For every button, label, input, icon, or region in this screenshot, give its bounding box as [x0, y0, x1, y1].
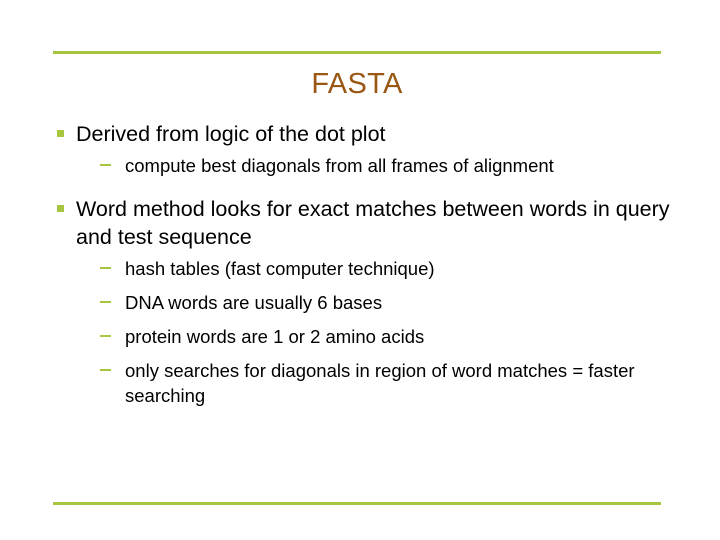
bullet-list-level2-group2: hash tables (fast computer technique) DN…	[76, 256, 682, 408]
sub-bullet-item-compute: compute best diagonals from all frames o…	[94, 153, 682, 178]
sub-bullet-item-protein-words: protein words are 1 or 2 amino acids	[94, 324, 682, 349]
dash-bullet-icon	[100, 335, 111, 337]
sub-bullet-item-dna-words: DNA words are usually 6 bases	[94, 290, 682, 315]
dash-bullet-icon	[100, 164, 111, 166]
bullet-item-word-method: Word method looks for exact matches betw…	[42, 195, 682, 408]
bullet-list-level2-group1: compute best diagonals from all frames o…	[76, 153, 682, 178]
sub-bullet-text-hash-tables: hash tables (fast computer technique)	[125, 258, 435, 279]
slide-body: Derived from logic of the dot plot compu…	[42, 120, 682, 408]
sub-bullet-text-only-searches: only searches for diagonals in region of…	[125, 360, 635, 406]
slide-title: FASTA	[311, 68, 403, 100]
sub-bullet-item-hash-tables: hash tables (fast computer technique)	[94, 256, 682, 281]
dash-bullet-icon	[100, 301, 111, 303]
top-divider-rule	[53, 51, 661, 54]
bottom-divider-rule	[53, 502, 661, 505]
bullet-item-derived: Derived from logic of the dot plot compu…	[42, 120, 682, 178]
sub-bullet-text-compute: compute best diagonals from all frames o…	[125, 155, 554, 176]
sub-bullet-item-only-searches: only searches for diagonals in region of…	[94, 358, 682, 408]
dash-bullet-icon	[100, 369, 111, 371]
bullet-text-word-method: Word method looks for exact matches betw…	[76, 197, 670, 249]
square-bullet-icon	[57, 130, 64, 137]
dash-bullet-icon	[100, 267, 111, 269]
bullet-text-derived: Derived from logic of the dot plot	[76, 122, 386, 146]
square-bullet-icon	[57, 205, 64, 212]
sub-bullet-text-protein-words: protein words are 1 or 2 amino acids	[125, 326, 425, 347]
presentation-slide: FASTA Derived from logic of the dot plot…	[0, 0, 720, 540]
sub-bullet-text-dna-words: DNA words are usually 6 bases	[125, 292, 383, 313]
bullet-list-level1: Derived from logic of the dot plot compu…	[42, 120, 682, 408]
